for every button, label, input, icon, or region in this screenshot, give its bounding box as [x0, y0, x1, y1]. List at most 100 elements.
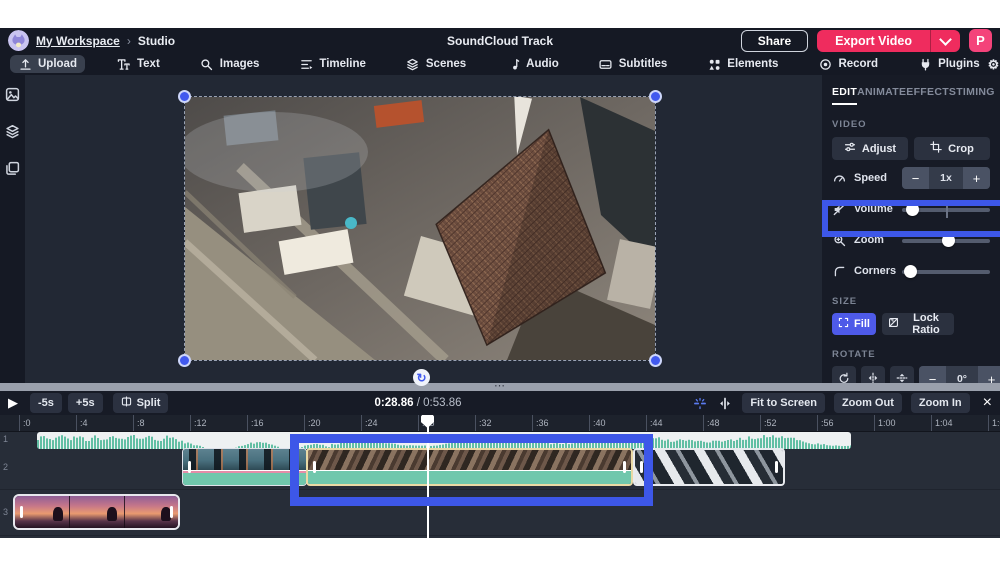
timeline-icon — [299, 57, 313, 71]
track-number-2: 2 — [3, 462, 8, 472]
total-time: 0:53.86 — [423, 397, 461, 409]
video-clip-2-selected[interactable] — [306, 448, 633, 486]
crop-button[interactable]: Crop — [914, 137, 990, 160]
timeline-ruler[interactable]: :0:4:8:12:16:20:24:28:32:36:40:44:48:52:… — [0, 415, 1000, 432]
toolbar-item-label: Images — [220, 58, 260, 70]
snap-icon[interactable] — [692, 396, 708, 410]
back-5s-button[interactable]: -5s — [30, 393, 62, 413]
video-clip-3[interactable] — [633, 448, 785, 486]
selection-handle-top-right[interactable] — [649, 90, 662, 103]
toolbar-item-text[interactable]: Text — [109, 55, 168, 73]
time-display: 0:28.86 / 0:53.86 — [375, 397, 462, 409]
canvas-video[interactable] — [185, 97, 655, 360]
video-clip-4[interactable] — [13, 494, 180, 530]
trim-handle-left[interactable] — [20, 506, 23, 518]
toolbar-item-scenes[interactable]: Scenes — [398, 55, 474, 73]
volume-row: Volume — [822, 196, 1000, 222]
play-button[interactable]: ▶ — [8, 395, 24, 411]
toolbar-item-images[interactable]: Images — [192, 55, 268, 73]
split-button[interactable]: Split — [113, 393, 169, 413]
corners-row: Corners — [822, 258, 1000, 284]
document-title: SoundCloud Track — [447, 34, 553, 48]
toolbar-item-plugins[interactable]: Plugins — [910, 55, 988, 73]
ruler-tick: :48 — [703, 415, 720, 431]
expand-tracks-icon[interactable] — [717, 396, 733, 410]
zoom-out-button[interactable]: Zoom Out — [834, 393, 902, 413]
workspace-link[interactable]: My Workspace — [36, 34, 120, 48]
export-video-button[interactable]: Export Video — [817, 30, 930, 52]
share-button[interactable]: Share — [741, 30, 808, 52]
toolbar-item-label: Timeline — [319, 58, 365, 70]
layers-icon[interactable] — [5, 124, 20, 139]
lock-ratio-icon — [888, 317, 899, 331]
audio-track-clip[interactable] — [37, 432, 851, 449]
workspace-avatar[interactable] — [8, 30, 29, 51]
trim-handle-left[interactable] — [640, 461, 643, 473]
selection-handle-bottom-right[interactable] — [649, 354, 662, 367]
toolbar-item-label: Scenes — [426, 58, 466, 70]
search-icon — [200, 57, 214, 71]
trim-handle-right[interactable] — [170, 506, 173, 518]
tab-animate[interactable]: ANIMATE — [857, 86, 906, 105]
speed-label: Speed — [854, 172, 902, 184]
zoom-slider[interactable] — [902, 234, 990, 247]
video-section-label: VIDEO — [822, 119, 1000, 130]
zoom-in-button[interactable]: Zoom In — [911, 393, 970, 413]
fill-button[interactable]: Fill — [832, 313, 876, 335]
size-section-label: SIZE — [822, 296, 1000, 307]
speed-increase-button[interactable]: + — [963, 167, 990, 189]
close-timeline-icon[interactable]: × — [983, 395, 992, 411]
flip-horizontal-button[interactable] — [861, 366, 885, 383]
corners-slider[interactable] — [902, 265, 990, 278]
toolbar-item-label: Upload — [38, 58, 77, 70]
toolbar-item-timeline[interactable]: Timeline — [291, 55, 373, 73]
video-clip-1[interactable] — [182, 448, 307, 486]
lock-ratio-button[interactable]: Lock Ratio — [882, 313, 954, 335]
trim-handle-left[interactable] — [188, 461, 191, 473]
ruler-tick: :4 — [76, 415, 88, 431]
frames-icon[interactable] — [5, 161, 20, 176]
rotate-icon: ↻ — [416, 371, 426, 385]
toolbar-item-record[interactable]: Record — [810, 55, 886, 73]
flip-vertical-button[interactable] — [890, 366, 914, 383]
toolbar-item-elements[interactable]: Elements — [699, 55, 786, 73]
export-dropdown-button[interactable] — [930, 30, 960, 52]
selection-handle-bottom-left[interactable] — [178, 354, 191, 367]
ruler-tick: :20 — [304, 415, 321, 431]
editor-canvas[interactable]: ↻ — [25, 75, 822, 383]
clip-audio-band — [183, 470, 306, 486]
rotate-handle[interactable]: ↻ — [413, 369, 430, 386]
trim-handle-right[interactable] — [775, 461, 778, 473]
forward-5s-button[interactable]: +5s — [68, 393, 103, 413]
toolbar-item-label: Subtitles — [619, 58, 668, 70]
breadcrumb-separator: › — [127, 34, 131, 48]
gear-icon: ⚙ — [988, 58, 1000, 71]
trim-handle-left[interactable] — [313, 461, 316, 473]
playhead[interactable] — [427, 415, 429, 538]
tab-effects[interactable]: EFFECTS — [906, 86, 956, 105]
image-icon[interactable] — [5, 87, 20, 102]
rotate-90-button[interactable] — [832, 366, 856, 383]
selection-handle-top-left[interactable] — [178, 90, 191, 103]
rotate-increase-button[interactable]: + — [978, 366, 1000, 383]
toolbar-item-upload[interactable]: Upload — [10, 55, 85, 73]
adjust-icon — [844, 141, 856, 156]
tab-timing[interactable]: TIMING — [956, 86, 995, 105]
toolbar-item-label: Record — [838, 58, 878, 70]
tab-edit[interactable]: EDIT — [832, 86, 857, 105]
speed-decrease-button[interactable]: − — [902, 167, 929, 189]
flip-vertical-icon — [896, 372, 908, 384]
toolbar-item-audio[interactable]: Audio — [498, 55, 567, 73]
toolbar-item-subtitles[interactable]: Subtitles — [591, 55, 676, 73]
toolbar-item-settings[interactable]: ⚙ Settings — [988, 58, 1000, 71]
rotate-decrease-button[interactable]: − — [919, 366, 946, 383]
volume-slider[interactable] — [902, 203, 990, 216]
rotate-ccw-icon — [838, 372, 850, 384]
adjust-button[interactable]: Adjust — [832, 137, 908, 160]
trim-handle-right[interactable] — [623, 461, 626, 473]
fit-to-screen-button[interactable]: Fit to Screen — [742, 393, 825, 413]
ruler-tick: :44 — [646, 415, 663, 431]
panel-resize-handle[interactable]: ⋯ — [0, 383, 1000, 391]
crop-label: Crop — [948, 143, 974, 155]
user-avatar[interactable]: P — [969, 29, 992, 52]
